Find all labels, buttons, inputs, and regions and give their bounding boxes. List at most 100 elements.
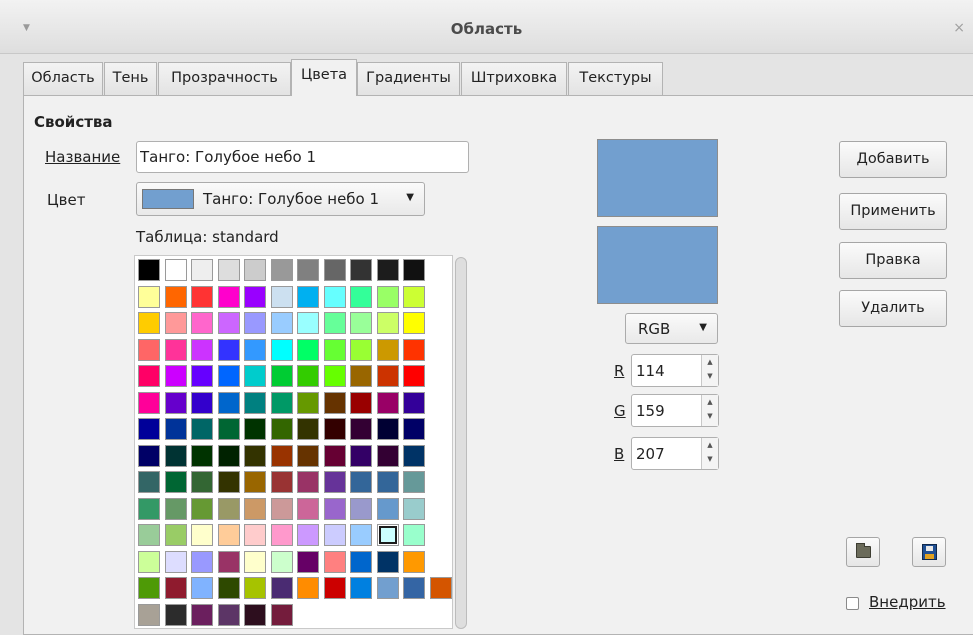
palette-color-cell[interactable] [217, 418, 240, 440]
palette-color-cell[interactable] [164, 550, 187, 573]
load-palette-button[interactable] [846, 537, 880, 567]
palette-color-cell[interactable] [191, 391, 213, 414]
palette-color-cell[interactable] [138, 259, 160, 281]
palette-color-cell[interactable] [297, 285, 319, 308]
palette-color-cell[interactable] [164, 391, 187, 414]
palette-color-cell[interactable] [217, 338, 240, 361]
palette-color-cell[interactable] [403, 365, 425, 387]
palette-color-cell[interactable] [244, 444, 266, 467]
palette-color-cell[interactable] [164, 603, 187, 626]
palette-color-cell[interactable] [270, 338, 293, 361]
palette-color-cell[interactable] [270, 603, 293, 626]
palette-color-cell[interactable] [270, 524, 293, 546]
palette-color-cell[interactable] [191, 285, 213, 308]
palette-color-cell[interactable] [297, 524, 319, 546]
palette-color-cell[interactable] [403, 524, 425, 546]
palette-color-cell[interactable] [376, 497, 399, 520]
palette-color-cell[interactable] [164, 365, 187, 387]
palette-color-cell[interactable] [191, 312, 213, 334]
palette-color-cell[interactable] [350, 391, 372, 414]
palette-color-cell[interactable] [350, 312, 372, 334]
palette-color-cell[interactable] [217, 391, 240, 414]
palette-color-cell[interactable] [164, 444, 187, 467]
add-button[interactable]: Добавить [839, 141, 947, 178]
palette-color-cell[interactable] [297, 550, 319, 573]
palette-color-cell[interactable] [217, 259, 240, 281]
g-spinner[interactable]: 159 ▲ ▼ [631, 394, 719, 427]
palette-color-cell[interactable] [270, 312, 293, 334]
palette-color-cell[interactable] [403, 471, 425, 493]
palette-color-cell[interactable] [403, 418, 425, 440]
palette-color-cell[interactable] [297, 577, 319, 599]
palette-color-cell[interactable] [270, 259, 293, 281]
palette-color-cell[interactable] [350, 338, 372, 361]
palette-color-cell[interactable] [323, 391, 346, 414]
palette-color-cell[interactable] [191, 338, 213, 361]
palette-color-cell[interactable] [191, 365, 213, 387]
embed-checkbox[interactable] [846, 597, 859, 610]
palette-color-cell[interactable] [376, 444, 399, 467]
palette-color-cell[interactable] [350, 285, 372, 308]
tab-gradients[interactable]: Градиенты [357, 62, 460, 95]
palette-color-cell[interactable] [270, 418, 293, 440]
palette-color-cell[interactable] [323, 285, 346, 308]
b-spinner[interactable]: 207 ▲ ▼ [631, 437, 719, 470]
palette-color-cell[interactable] [376, 338, 399, 361]
palette-color-cell[interactable] [323, 524, 346, 546]
palette-color-cell[interactable] [376, 550, 399, 573]
palette-color-cell[interactable] [350, 577, 372, 599]
palette-color-cell[interactable] [217, 550, 240, 573]
palette-color-cell[interactable] [403, 497, 425, 520]
palette-color-cell[interactable] [350, 365, 372, 387]
palette-color-cell[interactable] [376, 285, 399, 308]
palette-color-cell[interactable] [323, 471, 346, 493]
palette-color-cell[interactable] [270, 471, 293, 493]
palette-color-cell[interactable] [138, 497, 160, 520]
palette-color-cell[interactable] [350, 550, 372, 573]
palette-color-cell[interactable] [376, 391, 399, 414]
palette-color-cell[interactable] [217, 312, 240, 334]
palette-color-cell[interactable] [244, 391, 266, 414]
palette-color-cell[interactable] [217, 577, 240, 599]
palette-color-cell[interactable] [138, 524, 160, 546]
palette-color-cell[interactable] [323, 259, 346, 281]
palette-color-cell[interactable] [270, 497, 293, 520]
palette-color-cell[interactable] [164, 259, 187, 281]
color-dropdown[interactable]: Танго: Голубое небо 1 ▼ [136, 182, 425, 216]
palette-color-cell[interactable] [403, 550, 425, 573]
palette-color-cell[interactable] [244, 259, 266, 281]
palette-color-cell[interactable] [244, 418, 266, 440]
palette-color-cell[interactable] [403, 444, 425, 467]
palette-color-cell[interactable] [191, 444, 213, 467]
color-model-dropdown[interactable]: RGB ▼ [625, 313, 718, 344]
tab-colors[interactable]: Цвета [291, 59, 357, 96]
palette-color-cell[interactable] [403, 338, 425, 361]
palette-color-cell[interactable] [138, 418, 160, 440]
palette-color-cell[interactable] [138, 312, 160, 334]
palette-color-cell[interactable] [244, 524, 266, 546]
palette-color-cell[interactable] [191, 603, 213, 626]
palette-color-cell[interactable] [138, 444, 160, 467]
palette-color-cell[interactable] [270, 550, 293, 573]
palette-color-cell[interactable] [403, 577, 425, 599]
palette-color-cell[interactable] [138, 391, 160, 414]
palette-color-cell[interactable] [191, 259, 213, 281]
palette-scrollbar[interactable] [455, 257, 467, 629]
palette-color-cell[interactable] [244, 365, 266, 387]
palette-color-cell[interactable] [323, 365, 346, 387]
palette-color-cell[interactable] [297, 444, 319, 467]
palette-color-cell[interactable] [244, 550, 266, 573]
palette-color-cell[interactable] [191, 418, 213, 440]
name-input[interactable] [136, 141, 469, 173]
palette-color-cell[interactable] [323, 444, 346, 467]
palette-color-cell[interactable] [297, 365, 319, 387]
palette-color-cell[interactable] [164, 418, 187, 440]
palette-color-cell[interactable] [244, 497, 266, 520]
palette-color-cell[interactable] [323, 418, 346, 440]
palette-color-cell[interactable] [297, 418, 319, 440]
tab-hatching[interactable]: Штриховка [461, 62, 567, 95]
tab-shadow[interactable]: Тень [104, 62, 157, 95]
palette-color-cell[interactable] [164, 338, 187, 361]
spin-arrows-icon[interactable]: ▲ ▼ [701, 438, 718, 469]
palette-color-cell[interactable] [350, 524, 372, 546]
